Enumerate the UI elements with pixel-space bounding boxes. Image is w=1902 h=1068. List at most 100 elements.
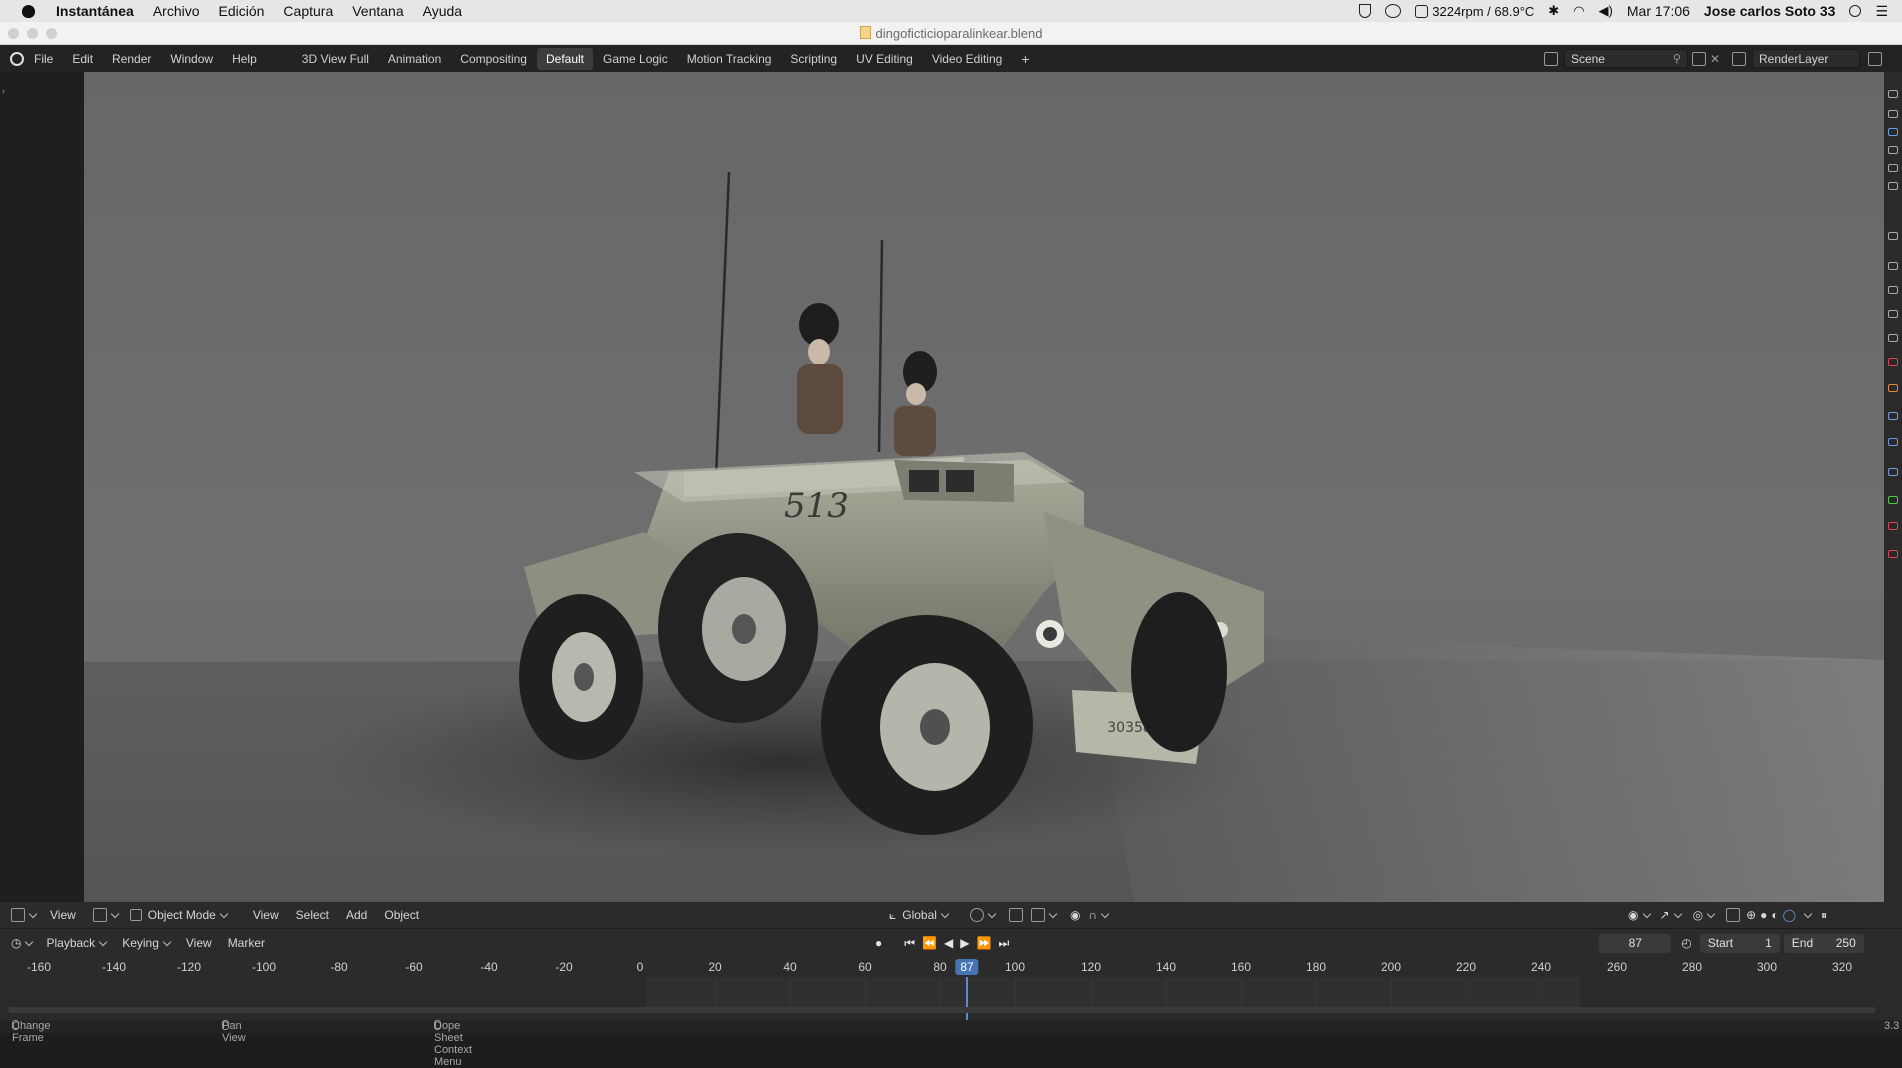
object-data-icon[interactable] (1888, 468, 1898, 476)
menu-edit[interactable]: Edit (72, 52, 93, 66)
tool-properties-icon[interactable] (1888, 90, 1898, 98)
current-frame-indicator[interactable]: 87 (955, 959, 979, 975)
proportional-edit-toggle[interactable]: ◉ (1070, 908, 1080, 922)
play-button[interactable]: ▶ (960, 936, 969, 950)
data-properties-icon[interactable] (1888, 358, 1898, 366)
play-reverse-button[interactable]: ◀ (944, 936, 953, 950)
bluetooth-icon[interactable]: ✱ (1548, 3, 1559, 19)
timeline-menu-playback[interactable]: Playback (46, 936, 108, 950)
volume-icon[interactable]: ◀) (1599, 3, 1613, 19)
tab-compositing[interactable]: Compositing (451, 48, 536, 70)
user-name[interactable]: Jose carlos Soto 33 (1704, 3, 1836, 19)
add-workspace-button[interactable]: + (1012, 47, 1038, 71)
3d-viewport[interactable]: 513 303587 ⌕ ✋ ‹› (84, 72, 1884, 902)
scene-type-icon[interactable] (1543, 51, 1558, 66)
wireframe-shading-icon[interactable]: ⊕ (1746, 908, 1756, 922)
shading-options-dropdown[interactable] (1800, 909, 1813, 918)
delete-scene-icon[interactable]: ✕ (1710, 52, 1720, 66)
notification-center-icon[interactable]: ☰ (1875, 3, 1888, 20)
timeline-editor-type[interactable]: ◷ (11, 936, 34, 950)
output-properties-icon[interactable] (1888, 128, 1898, 136)
timeline-scrollbar[interactable] (8, 1007, 1876, 1013)
timeline-menu-keying[interactable]: Keying (122, 936, 172, 950)
menu-help[interactable]: Help (232, 52, 257, 66)
physics-properties-icon[interactable] (1888, 310, 1898, 318)
tab-3d-view-full[interactable]: 3D View Full (293, 48, 378, 70)
header-view-menu[interactable]: View (50, 908, 76, 922)
object-properties-icon[interactable] (1888, 232, 1898, 240)
checker-texture-icon[interactable] (1888, 550, 1898, 558)
snap-dropdown[interactable] (1030, 908, 1058, 922)
scene-field[interactable]: Scene ⚲ (1563, 49, 1688, 68)
proportional-falloff-dropdown[interactable]: ∩ (1088, 908, 1110, 922)
menu-file[interactable]: File (34, 52, 53, 66)
timeline-menu-marker[interactable]: Marker (228, 936, 265, 950)
rendered-shading-icon[interactable]: ◯ (1783, 908, 1796, 922)
particles-properties-icon[interactable] (1888, 286, 1898, 294)
bone-properties-icon[interactable] (1888, 496, 1898, 504)
end-frame-field[interactable]: End 250 (1783, 933, 1864, 953)
object-mode-dropdown[interactable]: Object Mode (129, 908, 229, 922)
tab-uv-editing[interactable]: UV Editing (847, 48, 922, 70)
app-menu[interactable]: Instantánea (56, 3, 134, 19)
jump-end-button[interactable]: ⏭ (998, 936, 1009, 951)
menu-ayuda[interactable]: Ayuda (423, 3, 462, 19)
solid-shading-icon[interactable]: ● (1760, 908, 1767, 922)
menu-archivo[interactable]: Archivo (153, 3, 200, 19)
xray-toggle-icon[interactable] (1726, 908, 1741, 922)
tab-scripting[interactable]: Scripting (781, 48, 846, 70)
header-menu-select[interactable]: Select (296, 908, 329, 922)
next-keyframe-button[interactable]: ⏩ (977, 936, 992, 950)
expand-toolbar-icon[interactable]: › (2, 86, 5, 96)
constraints-properties-icon[interactable] (1888, 334, 1898, 342)
overlays-dropdown[interactable]: ◎ (1693, 908, 1716, 922)
tab-video-editing[interactable]: Video Editing (923, 48, 1012, 70)
menu-window[interactable]: Window (170, 52, 213, 66)
tab-game-logic[interactable]: Game Logic (594, 48, 677, 70)
record-button[interactable]: ● (875, 936, 882, 950)
apple-icon[interactable] (18, 0, 40, 22)
spotlight-search-icon[interactable] (1849, 5, 1862, 17)
collapse-sidebar-icon[interactable]: ‹› (84, 74, 85, 85)
jump-start-button[interactable]: ⏮ (904, 936, 915, 951)
render-properties-icon[interactable] (1888, 110, 1898, 118)
menu-render[interactable]: Render (112, 52, 151, 66)
tab-default[interactable]: Default (536, 47, 594, 70)
sphere-material-icon[interactable] (1888, 522, 1898, 530)
scene-properties-icon[interactable] (1888, 164, 1898, 172)
prev-keyframe-button[interactable]: ⏪ (922, 936, 937, 950)
stopwatch-icon[interactable]: ◴ (1681, 936, 1691, 950)
modifier-properties-icon[interactable] (1888, 262, 1898, 270)
split-view-icon[interactable]: ⏸ (1821, 908, 1827, 923)
render-layer-field[interactable]: RenderLayer (1752, 49, 1860, 68)
new-scene-icon[interactable] (1691, 51, 1706, 66)
fan-status[interactable]: 3224rpm / 68.9°C (1415, 4, 1534, 19)
view-layer-properties-icon[interactable] (1888, 146, 1898, 154)
visibility-dropdown[interactable]: ◉ (1628, 908, 1651, 922)
transform-selector[interactable] (92, 908, 120, 922)
material-shading-icon[interactable]: ◐ (1771, 908, 1778, 922)
clock[interactable]: Mar 17:06 (1627, 3, 1690, 19)
blender-logo-icon[interactable] (10, 51, 24, 66)
timeline-ruler[interactable]: -160 -140 -120 -100 -80 -60 -40 -20 0 20… (0, 956, 1902, 977)
pin-icon[interactable]: ⚲ (1673, 52, 1681, 65)
editor-type-selector[interactable] (11, 908, 38, 922)
timeline-menu-view[interactable]: View (186, 936, 212, 950)
orientation-dropdown[interactable]: ⟀ Global (889, 908, 950, 923)
snap-toggle[interactable] (1008, 908, 1023, 922)
world-properties-icon[interactable] (1888, 182, 1898, 190)
new-render-layer-icon[interactable] (1868, 51, 1882, 66)
header-menu-object[interactable]: Object (384, 908, 419, 922)
current-frame-field[interactable]: 87 (1599, 933, 1672, 953)
menu-captura[interactable]: Captura (283, 3, 333, 19)
menu-edicion[interactable]: Edición (219, 3, 265, 19)
pivot-dropdown[interactable] (969, 908, 997, 922)
cloud-icon[interactable] (1385, 4, 1402, 18)
material-properties-icon[interactable] (1888, 384, 1898, 392)
tab-motion-tracking[interactable]: Motion Tracking (678, 48, 781, 70)
menu-ventana[interactable]: Ventana (352, 3, 403, 19)
wifi-icon[interactable]: ◠ (1573, 3, 1584, 19)
timeline-body[interactable] (0, 977, 1902, 1020)
tab-animation[interactable]: Animation (379, 48, 450, 70)
gizmo-dropdown[interactable]: ↗ (1660, 908, 1682, 922)
